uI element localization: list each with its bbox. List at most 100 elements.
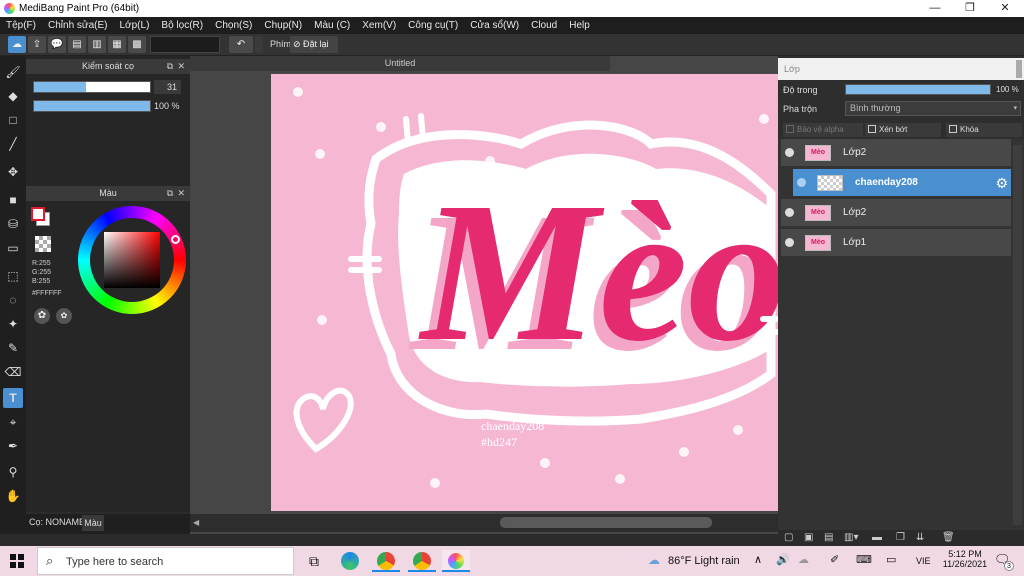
new-halftone-icon[interactable]: ▣ xyxy=(804,532,813,543)
bucket-tool-icon[interactable]: ⛁ xyxy=(3,214,23,234)
brush-tab[interactable]: Cọ: NONAME xyxy=(29,517,85,527)
select-rect-tool-icon[interactable]: ⬚ xyxy=(3,266,23,286)
visibility-icon[interactable] xyxy=(785,208,794,217)
gear-icon[interactable]: ⚙ xyxy=(995,175,1008,192)
foreground-color-swatch[interactable] xyxy=(31,207,45,221)
task-view-icon[interactable]: ⧉ xyxy=(300,550,328,572)
text-tool-icon[interactable]: T xyxy=(3,388,23,408)
transparent-swatch[interactable] xyxy=(35,236,51,252)
undo-icon[interactable]: ↶ xyxy=(229,36,253,53)
layer-row[interactable]: Mèo Lớp2 xyxy=(781,139,1011,167)
move-tool-icon[interactable]: ✥ xyxy=(3,162,23,182)
folder-icon[interactable]: ▬ xyxy=(872,532,882,543)
close-button[interactable]: ✕ xyxy=(988,0,1022,17)
new-8bit-layer-icon[interactable]: ▤ xyxy=(824,532,833,543)
lock-checkbox[interactable]: Khóa xyxy=(946,123,1022,137)
grid-icon[interactable]: ▦ xyxy=(108,36,126,53)
brush-tool-icon[interactable]: 🖌 xyxy=(3,62,23,82)
palette-add-icon[interactable]: ✿ xyxy=(56,308,72,324)
layer-row[interactable]: Mèo Lớp2 xyxy=(781,199,1011,227)
chevron-up-icon[interactable]: ∧ xyxy=(754,553,762,566)
new-layer-icon[interactable]: ▢ xyxy=(784,532,793,543)
clock[interactable]: 5:12 PM 11/26/2021 xyxy=(940,549,990,569)
brush-opacity-slider[interactable] xyxy=(33,100,151,112)
visibility-icon[interactable] xyxy=(785,148,794,157)
close-panel-icon[interactable]: ✕ xyxy=(177,186,185,201)
scroll-thumb[interactable] xyxy=(500,517,712,528)
header-scroll[interactable] xyxy=(1016,60,1022,78)
popout-icon[interactable]: ⧉ xyxy=(167,59,173,74)
rect-tool-icon[interactable]: □ xyxy=(3,110,23,130)
cloud-icon[interactable]: ☁ xyxy=(8,36,26,53)
lasso-tool-icon[interactable]: ◌ xyxy=(3,290,23,310)
document-tab[interactable]: Untitled xyxy=(190,56,610,71)
menu-color[interactable]: Màu (C) xyxy=(308,20,356,31)
close-panel-icon[interactable]: ✕ xyxy=(177,59,185,74)
merge-icon[interactable]: ⇊ xyxy=(916,532,924,543)
menu-filter[interactable]: Bộ lọc(R) xyxy=(155,20,209,31)
page-icon[interactable]: ▥ xyxy=(88,36,106,53)
popout-icon[interactable]: ⧉ xyxy=(167,186,173,201)
saturation-square[interactable] xyxy=(104,232,160,288)
maximize-button[interactable]: ❐ xyxy=(953,0,987,17)
layout-icon[interactable]: ▩ xyxy=(128,36,146,53)
protect-alpha-checkbox[interactable]: Bảo vệ alpha xyxy=(783,123,863,137)
magic-wand-tool-icon[interactable]: ✦ xyxy=(3,314,23,334)
fill-rect-tool-icon[interactable]: ■ xyxy=(3,190,23,210)
share-icon[interactable]: ⇪ xyxy=(28,36,46,53)
menu-select[interactable]: Chọn(S) xyxy=(209,20,258,31)
hue-handle[interactable] xyxy=(171,235,180,244)
volume-icon[interactable]: 🔊 xyxy=(776,553,790,566)
windows-start-icon[interactable] xyxy=(10,554,24,568)
color-tab[interactable]: Màu xyxy=(82,515,104,531)
pen-tool-icon[interactable]: ✒ xyxy=(3,436,23,456)
menu-window[interactable]: Cửa sổ(W) xyxy=(464,20,525,31)
medibang-icon[interactable] xyxy=(442,550,470,572)
reset-button[interactable]: ⊘ Đặt lại xyxy=(290,36,338,53)
menu-tools[interactable]: Công cụ(T) xyxy=(402,20,464,31)
drawing-canvas[interactable]: Mèo Mèo chaenday208 #hd247 xyxy=(271,74,778,511)
eyedropper-tool-icon[interactable]: ⚲ xyxy=(3,462,23,482)
menu-help[interactable]: Help xyxy=(563,20,596,31)
display-icon[interactable]: ▭ xyxy=(886,553,896,566)
comment-icon[interactable]: 💬 xyxy=(48,36,66,53)
select-eraser-tool-icon[interactable]: ⌫ xyxy=(3,362,23,382)
line-tool-icon[interactable]: ╱ xyxy=(3,134,23,154)
blend-mode-select[interactable]: Bình thường ▾ xyxy=(845,101,1021,116)
toolbar-field[interactable] xyxy=(150,36,220,53)
horizontal-scrollbar[interactable]: ◀ xyxy=(190,514,778,532)
menu-layer[interactable]: Lớp(L) xyxy=(114,20,156,31)
eraser-tool-icon[interactable]: ◆ xyxy=(3,86,23,106)
pen-tray-icon[interactable]: ✐ xyxy=(830,553,839,566)
visibility-icon[interactable] xyxy=(797,178,806,187)
menu-file[interactable]: Tệp(F) xyxy=(0,20,42,31)
layer-opacity-slider[interactable] xyxy=(845,84,991,95)
brush-size-slider[interactable] xyxy=(33,81,151,93)
menu-view[interactable]: Xem(V) xyxy=(356,20,402,31)
duplicate-icon[interactable]: ❐ xyxy=(896,532,905,543)
layer-row[interactable]: Mèo Lớp1 xyxy=(781,229,1011,257)
cloud-tray-icon[interactable]: ☁ xyxy=(798,553,809,566)
scroll-left-icon[interactable]: ◀ xyxy=(193,518,199,527)
edge-icon[interactable] xyxy=(336,550,364,572)
layer-row-selected[interactable]: chaenday208 ⚙ xyxy=(793,169,1011,197)
operation-tool-icon[interactable]: ⌖ xyxy=(3,412,23,432)
hue-wheel[interactable] xyxy=(78,206,186,314)
hand-tool-icon[interactable]: ✋ xyxy=(3,486,23,506)
trash-icon[interactable]: 🗑 xyxy=(942,532,955,543)
brush-size-value[interactable]: 31 xyxy=(154,80,181,94)
message-icon[interactable]: ▤ xyxy=(68,36,86,53)
clip-checkbox[interactable]: Xén bớt xyxy=(865,123,941,137)
add-layer-menu-icon[interactable]: ▥▾ xyxy=(844,532,858,543)
chrome-icon[interactable] xyxy=(372,550,400,572)
minimize-button[interactable]: — xyxy=(918,0,952,17)
menu-cloud[interactable]: Cloud xyxy=(525,20,563,31)
layer-scrollbar[interactable] xyxy=(1013,145,1022,525)
select-pen-tool-icon[interactable]: ✎ xyxy=(3,338,23,358)
palette-icon[interactable]: ✿ xyxy=(34,308,50,324)
chrome-icon[interactable] xyxy=(408,550,436,572)
visibility-icon[interactable] xyxy=(785,238,794,247)
menu-edit[interactable]: Chỉnh sửa(E) xyxy=(42,20,114,31)
keyboard-icon[interactable]: ⌨ xyxy=(856,553,872,566)
taskbar-search[interactable]: ⌕ Type here to search xyxy=(37,547,294,575)
